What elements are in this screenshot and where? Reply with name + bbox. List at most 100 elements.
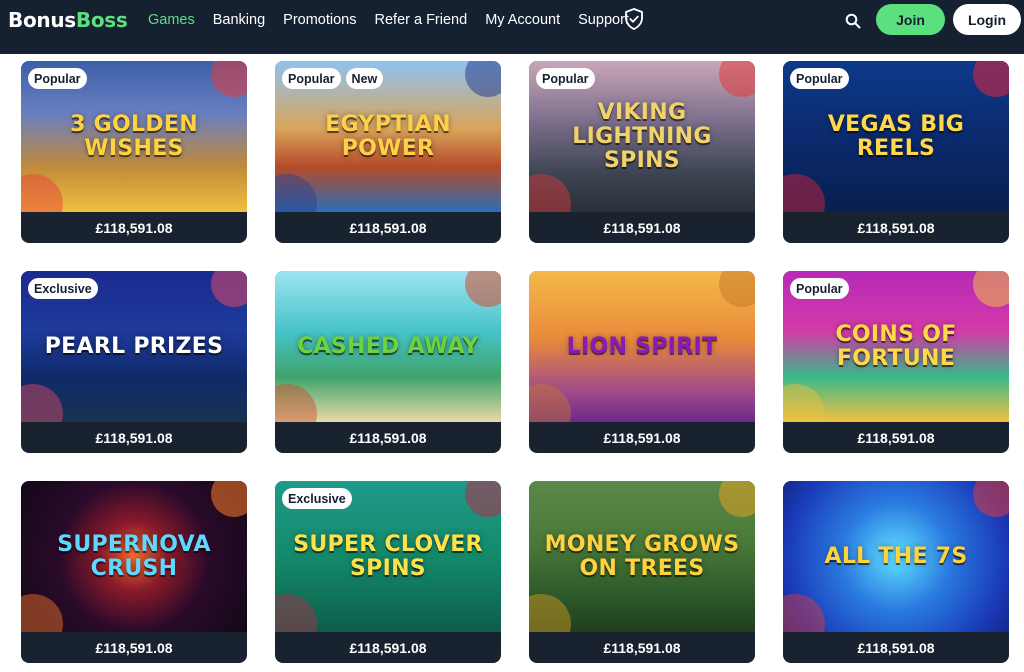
search-icon[interactable] <box>845 13 861 29</box>
thumbnail-decoration <box>719 481 755 517</box>
thumbnail-decoration <box>783 174 825 212</box>
game-thumbnail: Money Grows On Trees <box>529 481 755 632</box>
thumbnail-decoration <box>275 384 317 422</box>
jackpot-amount: £118,591.08 <box>95 429 173 446</box>
game-thumbnail: Cashed Away <box>275 271 501 422</box>
nav-my-account[interactable]: My Account <box>485 12 560 28</box>
badge-group: Popular <box>536 68 600 89</box>
game-thumbnail: All The 7s <box>783 481 1009 632</box>
game-title: Super Clover Spins <box>293 531 483 581</box>
game-card[interactable]: Egyptian Power Popular New £118,591.08 <box>275 61 501 243</box>
jackpot-amount: £118,591.08 <box>857 429 935 446</box>
game-title: Egyptian Power <box>325 111 451 161</box>
game-title: Money Grows On Trees <box>544 531 740 581</box>
game-thumbnail: Lion Spirit <box>529 271 755 422</box>
game-title: Supernova Crush <box>57 531 211 581</box>
jackpot-amount: £118,591.08 <box>603 429 681 446</box>
game-thumbnail: Pearl Prizes Exclusive <box>21 271 247 422</box>
game-thumbnail: Viking Lightning Spins Popular <box>529 61 755 212</box>
nav-promotions[interactable]: Promotions <box>283 12 356 28</box>
nav-support[interactable]: Support <box>578 12 629 28</box>
logo-text-part2: Boss <box>75 8 128 32</box>
jackpot-amount: £118,591.08 <box>95 639 173 656</box>
bonusboss-logo[interactable]: Bonus Boss <box>8 8 128 32</box>
thumbnail-decoration <box>275 174 317 212</box>
games-grid: 3 Golden Wishes Popular £118,591.08 Egyptia… <box>21 61 1009 672</box>
join-button[interactable]: Join <box>876 4 945 35</box>
nav-games[interactable]: Games <box>148 12 195 28</box>
jackpot-amount: £118,591.08 <box>603 219 681 236</box>
jackpot-amount: £118,591.08 <box>349 639 427 656</box>
thumbnail-decoration <box>529 594 571 632</box>
game-card[interactable]: Supernova Crush £118,591.08 <box>21 481 247 663</box>
login-button[interactable]: Login <box>953 4 1021 35</box>
thumbnail-decoration <box>211 481 247 517</box>
thumbnail-decoration <box>783 594 825 632</box>
thumbnail-decoration <box>973 61 1009 97</box>
jackpot-amount: £118,591.08 <box>857 639 935 656</box>
thumbnail-decoration <box>465 271 501 307</box>
game-thumbnail: 3 Golden Wishes Popular <box>21 61 247 212</box>
game-title: All The 7s <box>824 543 968 569</box>
game-card[interactable]: Cashed Away £118,591.08 <box>275 271 501 453</box>
game-card[interactable]: Money Grows On Trees £118,591.08 <box>529 481 755 663</box>
shield-check-icon[interactable] <box>624 8 644 30</box>
game-card[interactable]: 3 Golden Wishes Popular £118,591.08 <box>21 61 247 243</box>
badge-group: Exclusive <box>282 488 357 509</box>
thumbnail-decoration <box>211 61 247 97</box>
game-thumbnail: Coins of Fortune Popular <box>783 271 1009 422</box>
game-badge: Popular <box>28 68 87 89</box>
game-card[interactable]: Viking Lightning Spins Popular £118,591.08 <box>529 61 755 243</box>
thumbnail-decoration <box>719 271 755 307</box>
game-thumbnail: Super Clover Spins Exclusive <box>275 481 501 632</box>
game-thumbnail: Egyptian Power Popular New <box>275 61 501 212</box>
thumbnail-decoration <box>465 481 501 517</box>
nav-banking[interactable]: Banking <box>213 12 265 28</box>
game-card[interactable]: Super Clover Spins Exclusive £118,591.08 <box>275 481 501 663</box>
game-card[interactable]: Vegas Big Reels Popular £118,591.08 <box>783 61 1009 243</box>
game-badge: Popular <box>790 68 849 89</box>
thumbnail-decoration <box>211 271 247 307</box>
badge-group: Exclusive <box>28 278 103 299</box>
jackpot-amount: £118,591.08 <box>349 219 427 236</box>
thumbnail-decoration <box>719 61 755 97</box>
game-badge: Exclusive <box>282 488 352 509</box>
top-header: Bonus Boss Games Banking Promotions Refer… <box>0 0 1024 54</box>
game-badge: Popular <box>536 68 595 89</box>
thumbnail-decoration <box>529 174 571 212</box>
game-badge: Exclusive <box>28 278 98 299</box>
game-card[interactable]: Lion Spirit £118,591.08 <box>529 271 755 453</box>
jackpot-amount: £118,591.08 <box>857 219 935 236</box>
thumbnail-decoration <box>973 481 1009 517</box>
game-title: Viking Lightning Spins <box>572 99 712 173</box>
game-card[interactable]: Coins of Fortune Popular £118,591.08 <box>783 271 1009 453</box>
game-title: Pearl Prizes <box>44 333 224 359</box>
game-card[interactable]: All The 7s £118,591.08 <box>783 481 1009 663</box>
badge-group: Popular New <box>282 68 388 89</box>
thumbnail-decoration <box>973 271 1009 307</box>
thumbnail-decoration <box>21 174 63 212</box>
game-thumbnail: Supernova Crush <box>21 481 247 632</box>
jackpot-amount: £118,591.08 <box>603 639 681 656</box>
thumbnail-decoration <box>21 384 63 422</box>
nav-refer-a-friend[interactable]: Refer a Friend <box>375 12 468 28</box>
game-title: Coins of Fortune <box>835 321 957 371</box>
badge-group: Popular <box>790 278 854 299</box>
game-title: Cashed Away <box>297 333 479 359</box>
badge-group: Popular <box>28 68 92 89</box>
jackpot-amount: £118,591.08 <box>95 219 173 236</box>
thumbnail-decoration <box>275 594 317 632</box>
game-card[interactable]: Pearl Prizes Exclusive £118,591.08 <box>21 271 247 453</box>
logo-text-part1: Bonus <box>8 8 76 32</box>
game-title: Lion Spirit <box>566 333 718 359</box>
thumbnail-decoration <box>21 594 63 632</box>
game-title: Vegas Big Reels <box>827 111 965 161</box>
thumbnail-decoration <box>465 61 501 97</box>
game-badge: New <box>345 68 384 89</box>
thumbnail-decoration <box>783 384 825 422</box>
game-badge: Popular <box>282 68 341 89</box>
main-nav: Games Banking Promotions Refer a Friend … <box>148 10 647 30</box>
thumbnail-decoration <box>529 384 571 422</box>
badge-group: Popular <box>790 68 854 89</box>
game-badge: Popular <box>790 278 849 299</box>
